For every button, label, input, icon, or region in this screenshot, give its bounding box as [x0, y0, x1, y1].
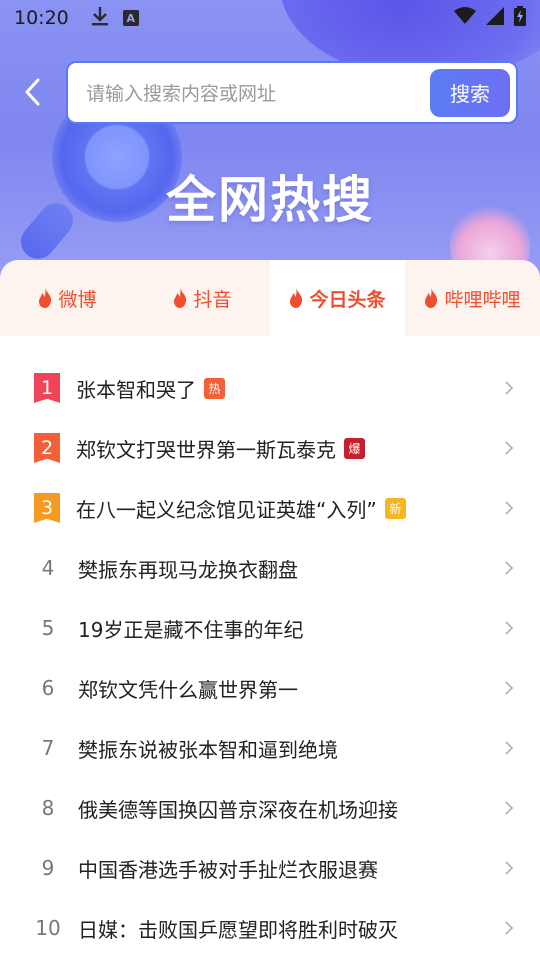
rank-badge: 2 — [34, 433, 60, 463]
search-input[interactable]: 请输入搜索内容或网址 — [68, 79, 430, 106]
boom-tag: 爆 — [344, 437, 365, 459]
item-title: 樊振东再现马龙换衣翻盘 — [78, 557, 298, 582]
hot-search-list: 1 张本智和哭了 热 2 郑钦文打哭世界第一斯瓦泰克 爆 3 在八一起义纪念馆见… — [0, 358, 540, 958]
search-button[interactable]: 搜索 — [430, 68, 510, 117]
new-tag: 新 — [384, 497, 406, 519]
tab-weibo[interactable]: 微博 — [0, 260, 135, 336]
rank-number: 4 — [41, 556, 55, 580]
rank-number: 7 — [41, 736, 55, 760]
flame-icon — [290, 288, 303, 308]
chevron-right-icon — [505, 681, 514, 695]
keyboard-a-icon: A — [122, 10, 139, 26]
chevron-right-icon — [505, 801, 514, 815]
flame-icon — [39, 288, 52, 308]
rank-number: 6 — [41, 676, 55, 700]
chevron-right-icon — [505, 561, 514, 575]
signal-icon — [486, 7, 504, 29]
list-item[interactable]: 5 19岁正是藏不住事的年纪 — [0, 598, 540, 658]
list-item[interactable]: 10 日媒：击败国乒愿望即将胜利时破灭 — [0, 898, 540, 958]
list-item[interactable]: 7 樊振东说被张本智和逼到绝境 — [0, 718, 540, 778]
page-title: 全网热搜 — [166, 171, 374, 229]
tab-label: 今日头条 — [309, 288, 386, 311]
rank-number: 8 — [41, 796, 55, 820]
rank-number: 9 — [41, 856, 55, 880]
battery-icon — [514, 6, 526, 30]
chevron-right-icon — [505, 381, 514, 395]
chevron-right-icon — [505, 921, 514, 935]
platform-tabs: 微博 抖音 今日头条 哔哩哔哩 — [0, 260, 540, 336]
list-item[interactable]: 4 樊振东再现马龙换衣翻盘 — [0, 538, 540, 598]
item-title: 日媒：击败国乒愿望即将胜利时破灭 — [78, 917, 398, 942]
flame-icon — [425, 288, 438, 308]
tab-label: 微博 — [58, 288, 97, 311]
chevron-right-icon — [505, 441, 514, 455]
wifi-icon — [454, 7, 476, 29]
tab-douyin[interactable]: 抖音 — [135, 260, 270, 336]
tab-label: 抖音 — [193, 288, 232, 311]
chevron-right-icon — [505, 621, 514, 635]
list-item[interactable]: 2 郑钦文打哭世界第一斯瓦泰克 爆 — [0, 418, 540, 478]
chevron-right-icon — [505, 501, 514, 515]
tab-toutiao[interactable]: 今日头条 — [270, 260, 405, 336]
rank-badge: 1 — [34, 373, 60, 403]
chevron-right-icon — [505, 861, 514, 875]
rank-badge: 3 — [34, 493, 60, 523]
item-title: 俄美德等国换囚普京深夜在机场迎接 — [78, 797, 398, 822]
status-bar: 10:20 A — [0, 0, 540, 36]
chevron-right-icon — [505, 741, 514, 755]
item-title: 郑钦文打哭世界第一斯瓦泰克 — [76, 437, 336, 462]
list-item[interactable]: 3 在八一起义纪念馆见证英雄“入列” 新 — [0, 478, 540, 538]
item-title: 在八一起义纪念馆见证英雄“入列” — [76, 497, 377, 522]
item-title: 张本智和哭了 — [76, 377, 196, 402]
hot-tag: 热 — [204, 377, 225, 399]
item-title: 中国香港选手被对手扯烂衣服退赛 — [78, 857, 378, 882]
back-button[interactable] — [16, 76, 48, 108]
tab-label: 哔哩哔哩 — [444, 288, 521, 311]
rank-number: 10 — [35, 916, 61, 940]
search-bar: 请输入搜索内容或网址 搜索 — [66, 61, 518, 124]
list-item[interactable]: 1 张本智和哭了 热 — [0, 358, 540, 418]
list-item[interactable]: 9 中国香港选手被对手扯烂衣服退赛 — [0, 838, 540, 898]
item-title: 19岁正是藏不住事的年纪 — [78, 617, 304, 642]
list-item[interactable]: 8 俄美德等国换囚普京深夜在机场迎接 — [0, 778, 540, 838]
list-item[interactable]: 6 郑钦文凭什么赢世界第一 — [0, 658, 540, 718]
rank-number: 5 — [41, 616, 55, 640]
hero-banner — [0, 0, 540, 300]
download-icon — [91, 6, 109, 30]
item-title: 樊振东说被张本智和逼到绝境 — [78, 737, 338, 762]
chevron-left-icon — [25, 78, 40, 106]
flame-icon — [174, 288, 187, 308]
item-title: 郑钦文凭什么赢世界第一 — [78, 677, 298, 702]
status-time: 10:20 — [14, 7, 69, 29]
tab-bilibili[interactable]: 哔哩哔哩 — [405, 260, 540, 336]
